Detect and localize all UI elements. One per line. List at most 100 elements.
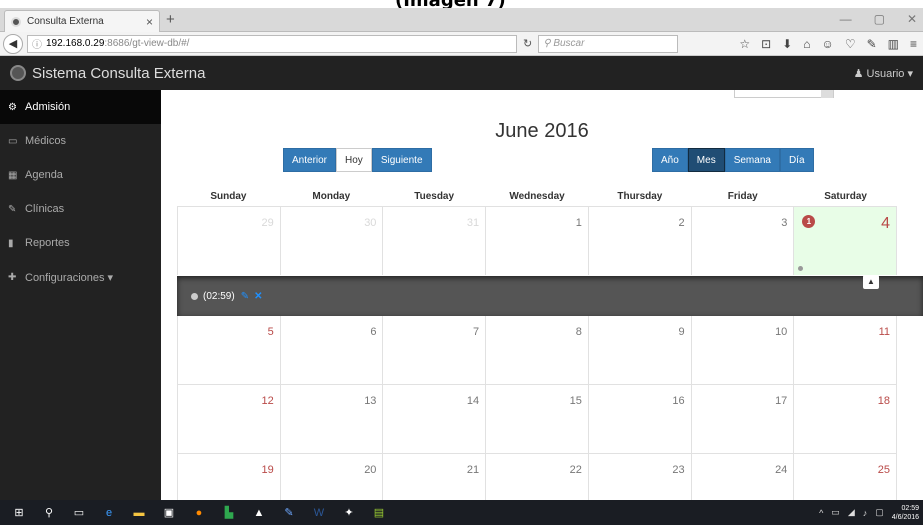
day-cell[interactable]: 16 [587,385,691,453]
collapse-caret-icon[interactable]: ▲ [863,275,879,289]
search-input[interactable]: ⚲ Buscar [538,34,679,53]
paint-icon[interactable]: ✦ [338,505,360,521]
sidebar-item-admision[interactable]: ⚙ Admisión [0,90,161,124]
prev-button[interactable]: Anterior [283,148,337,172]
tray-chevron-icon[interactable]: ^ [819,508,823,518]
day-cell[interactable]: 31 [382,207,485,275]
user-icon: ♟ [853,67,867,80]
app-brand[interactable]: Sistema Consulta Externa [10,65,205,82]
sidebar-item-medicos[interactable]: ▭ Médicos [0,124,161,158]
view-month-button[interactable]: Mes [687,148,725,172]
user-label: Usuario ▾ [866,67,913,80]
day-cell-today[interactable]: 1 4 [793,207,898,275]
store-icon[interactable]: ▣ [158,505,180,521]
sidebar-item-agenda[interactable]: ▦ Agenda [0,158,161,192]
calendar-main: June 2016 Anterior Hoy Siguiente Año Mes… [161,90,923,500]
event-dot-icon[interactable] [798,266,804,271]
sidebar-item-configuraciones[interactable]: ✚ Configuraciones ▾ [0,260,161,294]
emoji-icon[interactable]: ☺ [822,37,834,51]
day-cell[interactable]: 29 [177,207,280,275]
notification-icon[interactable]: ▢ [875,507,884,518]
day-cell[interactable]: 13 [279,385,383,453]
download-icon[interactable]: ⬇ [782,37,792,51]
maximize-icon[interactable]: ▢ [874,12,885,26]
windows-start-icon[interactable]: ⊞ [8,505,30,521]
task-view-icon[interactable]: ▭ [68,505,90,521]
day-cell[interactable]: 24 [690,454,794,500]
day-cell[interactable]: 7 [382,316,485,384]
search-icon: ⚲ [543,38,554,49]
browser-toolbar: ◀ ⓘ 192.168.0.29 :8686/gt-view-db/#/ ↻ ⚲… [0,32,923,56]
address-bar[interactable]: ⓘ 192.168.0.29 :8686/gt-view-db/#/ [27,34,517,53]
day-cell[interactable]: 22 [485,454,588,500]
home-icon[interactable]: ⌂ [803,37,810,51]
calendar-week: 12 13 14 15 16 17 18 [177,384,898,453]
network-icon[interactable]: ▭ [831,507,840,518]
app-icon[interactable]: ▙ [218,505,240,521]
day-cell[interactable]: 15 [485,385,588,453]
next-button[interactable]: Siguiente [371,148,432,172]
minimize-icon[interactable]: — [840,12,852,26]
user-menu[interactable]: ♟ Usuario ▾ [854,67,913,80]
today-button[interactable]: Hoy [336,148,372,172]
photos-icon[interactable]: ▲ [248,505,270,521]
delete-icon[interactable]: ✕ [254,291,262,302]
sidebar-item-label: Configuraciones ▾ [25,271,114,284]
tab-close-icon[interactable]: × [146,15,153,29]
event-time[interactable]: (02:59) [203,291,235,302]
day-cell[interactable]: 10 [690,316,794,384]
hamburger-menu-icon[interactable]: ≡ [910,37,917,51]
image-icon[interactable]: ▤ [368,505,390,521]
volume-icon[interactable]: ♪ [863,508,868,518]
clock-time: 02:59 [901,504,919,512]
day-cell[interactable]: 17 [690,385,794,453]
pocket-icon[interactable]: ♡ [845,37,856,51]
browser-tab[interactable]: Consulta Externa × [4,10,160,32]
close-window-icon[interactable]: ✕ [907,12,917,26]
reading-list-icon[interactable]: ⊡ [761,37,771,51]
system-clock[interactable]: 02:59 4/6/2016 [892,504,919,522]
edge-icon[interactable]: e [98,505,120,521]
day-cell[interactable]: 21 [382,454,485,500]
extension-icon[interactable]: ✎ [867,37,877,51]
view-week-button[interactable]: Semana [724,148,780,172]
day-cell[interactable]: 23 [587,454,691,500]
pen-icon[interactable]: ✎ [278,505,300,521]
bookmark-star-icon[interactable]: ☆ [739,37,750,51]
reload-icon[interactable]: ↻ [523,37,532,50]
event-item[interactable]: (02:59) ✎ ✕ [191,291,262,302]
day-cell[interactable]: 30 [279,207,383,275]
new-tab-icon[interactable]: + [166,11,175,28]
word-icon[interactable]: W [308,505,330,521]
back-arrow-icon[interactable]: ◀ [3,33,23,54]
event-count-badge: 1 [802,215,816,228]
day-cell[interactable]: 2 [587,207,691,275]
weekday-label: Monday [312,191,351,202]
day-cell[interactable]: 14 [382,385,485,453]
search-icon[interactable]: ⚲ [38,505,60,521]
sidebar-item-clinicas[interactable]: ✎ Clínicas [0,192,161,226]
day-cell[interactable]: 3 [690,207,794,275]
dropdown-remnant[interactable] [734,90,834,98]
wifi-icon[interactable]: ◢ [848,507,855,518]
firefox-icon[interactable]: ● [188,505,210,521]
day-cell[interactable]: 25 [793,454,898,500]
sidebar-item-reportes[interactable]: ▮ Reportes [0,226,161,260]
day-cell[interactable]: 20 [279,454,383,500]
day-cell[interactable]: 11 [793,316,898,384]
view-year-button[interactable]: Año [652,148,688,172]
sidebar-item-label: Admisión [25,101,71,113]
day-cell[interactable]: 9 [587,316,691,384]
view-day-button[interactable]: Día [779,148,814,172]
day-cell[interactable]: 12 [177,385,280,453]
day-cell[interactable]: 19 [177,454,280,500]
day-cell[interactable]: 8 [485,316,588,384]
info-icon[interactable]: ⓘ [32,36,42,51]
pencil-icon[interactable]: ✎ [241,291,249,302]
day-cell[interactable]: 1 [485,207,588,275]
day-cell[interactable]: 6 [279,316,383,384]
library-icon[interactable]: ▥ [888,37,899,51]
day-cell[interactable]: 5 [177,316,280,384]
day-cell[interactable]: 18 [793,385,898,453]
file-explorer-icon[interactable]: ▬ [128,505,150,521]
